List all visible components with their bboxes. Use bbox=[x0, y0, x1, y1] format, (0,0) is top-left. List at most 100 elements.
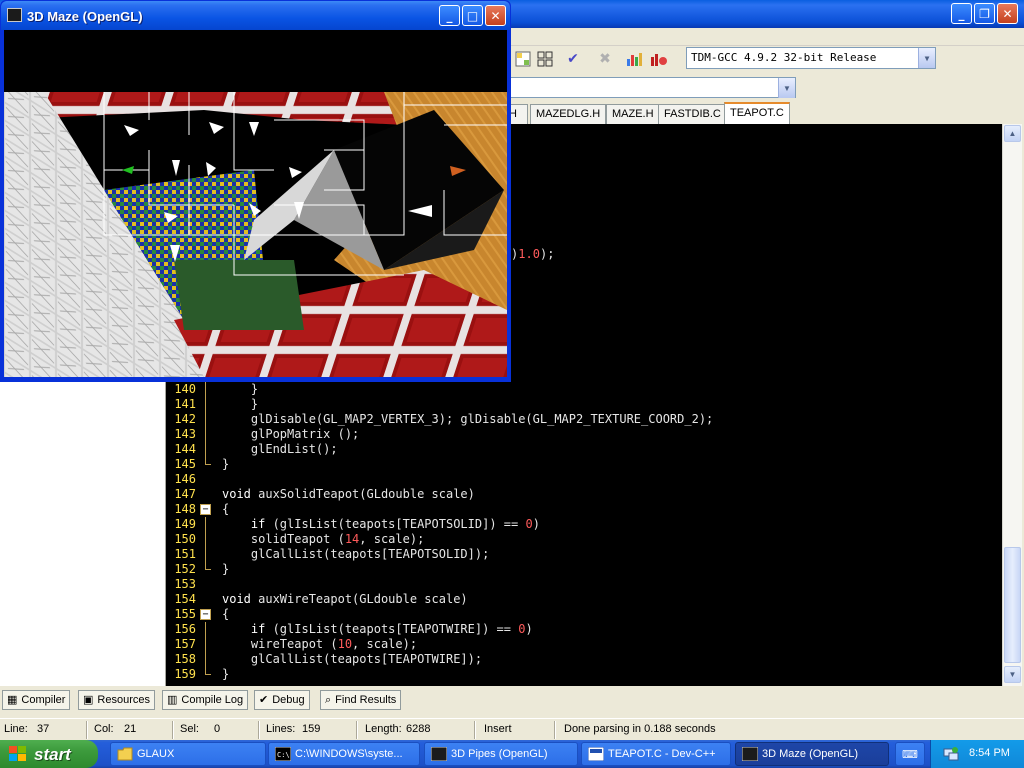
code-text: void auxSolidTeapot(GLdouble scale) bbox=[222, 487, 475, 501]
code-text: { bbox=[222, 607, 230, 621]
tab-maze-h[interactable]: MAZE.H bbox=[606, 104, 660, 124]
function-select[interactable]: ▼ bbox=[510, 77, 796, 98]
line-number: 140 bbox=[174, 382, 196, 396]
code-line[interactable]: 143 glPopMatrix (); bbox=[166, 427, 1002, 442]
code-line[interactable]: 154 void auxWireTeapot(GLdouble scale) bbox=[166, 592, 1002, 607]
maze-viewport[interactable] bbox=[4, 30, 507, 377]
vertical-scrollbar[interactable]: ▲ ▼ bbox=[1002, 124, 1022, 686]
start-label: start bbox=[34, 745, 71, 764]
check-icon[interactable]: ✔ bbox=[562, 48, 584, 70]
fold-collapse-icon[interactable]: − bbox=[200, 607, 212, 622]
code-line[interactable]: 153 bbox=[166, 577, 1002, 592]
grid-small-icon[interactable] bbox=[512, 48, 534, 70]
close-button[interactable]: ✕ bbox=[997, 3, 1018, 24]
status-message: Done parsing in 0.188 seconds bbox=[564, 723, 716, 735]
code-line[interactable]: 146 bbox=[166, 472, 1002, 487]
code-text: void auxWireTeapot(GLdouble scale) bbox=[222, 592, 468, 606]
code-text: glPopMatrix (); bbox=[222, 427, 360, 441]
code-line[interactable]: 144 glEndList(); bbox=[166, 442, 1002, 457]
chevron-down-icon[interactable]: ▼ bbox=[918, 48, 935, 68]
project-panel[interactable] bbox=[0, 382, 166, 686]
code-line[interactable]: 142 glDisable(GL_MAP2_VERTEX_3); glDisab… bbox=[166, 412, 1002, 427]
line-number: 151 bbox=[174, 547, 196, 561]
line-number: 144 bbox=[174, 442, 196, 456]
tab-debug-label: Debug bbox=[272, 694, 305, 706]
line-number: 146 bbox=[174, 472, 196, 486]
line-number: 143 bbox=[174, 427, 196, 441]
tab-find-results[interactable]: ⌕ Find Results bbox=[320, 690, 402, 710]
chart-icon[interactable] bbox=[624, 48, 646, 70]
tab-resources[interactable]: ▣ Resources bbox=[78, 690, 155, 710]
scroll-thumb[interactable] bbox=[1004, 547, 1021, 663]
taskbar: start GLAUX C:\ C:\WINDOWS\syste... 3D P… bbox=[0, 740, 1024, 768]
code-line[interactable]: 140 } bbox=[166, 382, 1002, 397]
taskbar-button-cmd[interactable]: C:\ C:\WINDOWS\syste... bbox=[268, 742, 420, 766]
start-button[interactable]: start bbox=[0, 740, 98, 768]
scroll-up-icon[interactable]: ▲ bbox=[1004, 125, 1021, 142]
code-text: solidTeapot (14, scale); bbox=[222, 532, 425, 546]
line-number: 148 bbox=[174, 502, 196, 516]
line-number: 152 bbox=[174, 562, 196, 576]
tab-mazedlg-h[interactable]: MAZEDLG.H bbox=[530, 104, 607, 124]
maze-scene bbox=[4, 30, 507, 377]
main-toolbar: ✔ ✖ TDM-GCC 4.9.2 32-bit Release ▼ bbox=[510, 46, 1024, 74]
tab-compiler[interactable]: ▦ Compiler bbox=[2, 690, 71, 710]
code-line[interactable]: 145} bbox=[166, 457, 1002, 472]
keyboard-icon[interactable]: ⌨ bbox=[895, 742, 925, 766]
maze-window: 3D Maze (OpenGL) _ □ ✕ bbox=[0, 0, 511, 382]
fold-line-icon bbox=[200, 547, 212, 562]
minimize-button[interactable]: _ bbox=[439, 5, 460, 26]
taskbar-button-3d-pipes[interactable]: 3D Pipes (OpenGL) bbox=[424, 742, 578, 766]
code-line[interactable]: 149 if (glIsList(teapots[TEAPOTSOLID]) =… bbox=[166, 517, 1002, 532]
code-line[interactable]: 159} bbox=[166, 667, 1002, 682]
code-line[interactable]: 148−{ bbox=[166, 502, 1002, 517]
status-lines-label: Lines: bbox=[266, 723, 296, 735]
line-number: 154 bbox=[174, 592, 196, 606]
code-line[interactable]: 152} bbox=[166, 562, 1002, 577]
code-text: glEndList(); bbox=[222, 442, 338, 456]
tab-fastdib-c[interactable]: FASTDIB.C bbox=[658, 104, 727, 124]
fold-collapse-icon[interactable]: − bbox=[200, 502, 212, 517]
delete-icon[interactable]: ✖ bbox=[594, 48, 616, 70]
code-text: } bbox=[222, 457, 230, 471]
maze-titlebar[interactable]: 3D Maze (OpenGL) _ □ ✕ bbox=[1, 1, 510, 30]
code-line[interactable]: 157 wireTeapot (10, scale); bbox=[166, 637, 1002, 652]
status-sel-label: Sel: bbox=[180, 723, 199, 735]
close-button[interactable]: ✕ bbox=[485, 5, 506, 26]
network-icon[interactable] bbox=[943, 746, 959, 762]
code-text: if (glIsList(teapots[TEAPOTSOLID]) == 0) bbox=[250, 517, 540, 531]
code-line[interactable]: 156 if (glIsList(teapots[TEAPOTWIRE]) ==… bbox=[166, 622, 1002, 637]
code-line[interactable]: 141 } bbox=[166, 397, 1002, 412]
fold-line-icon bbox=[200, 397, 212, 412]
fold-line-icon bbox=[200, 637, 212, 652]
code-line[interactable]: 147 void auxSolidTeapot(GLdouble scale) bbox=[166, 487, 1002, 502]
maximize-button[interactable]: □ bbox=[462, 5, 483, 26]
tab-debug[interactable]: ✔ Debug bbox=[254, 690, 310, 710]
taskbar-button-devcpp[interactable]: TEAPOT.C - Dev-C++ bbox=[581, 742, 731, 766]
taskbar-button-label: GLAUX bbox=[137, 748, 175, 760]
fold-gutter bbox=[200, 592, 212, 607]
restore-button[interactable]: ❐ bbox=[974, 3, 995, 24]
minimize-button[interactable]: _ bbox=[951, 3, 972, 24]
chevron-down-icon[interactable]: ▼ bbox=[778, 78, 795, 98]
tab-resources-label: Resources bbox=[97, 694, 150, 706]
fold-gutter bbox=[200, 472, 212, 487]
scroll-down-icon[interactable]: ▼ bbox=[1004, 666, 1021, 683]
grid-icon[interactable] bbox=[534, 48, 556, 70]
tab-teapot-c[interactable]: TEAPOT.C bbox=[724, 102, 790, 124]
profile-icon[interactable] bbox=[648, 48, 670, 70]
code-line[interactable]: 158 glCallList(teapots[TEAPOTWIRE]); bbox=[166, 652, 1002, 667]
taskbar-button-3d-maze[interactable]: 3D Maze (OpenGL) bbox=[735, 742, 889, 766]
clock[interactable]: 8:54 PM bbox=[969, 747, 1010, 759]
fold-line-icon bbox=[200, 532, 212, 547]
tab-compile-log[interactable]: ▥ Compile Log bbox=[162, 690, 249, 710]
status-separator bbox=[258, 721, 260, 739]
resources-icon: ▣ bbox=[83, 693, 94, 706]
status-line-value: 37 bbox=[37, 723, 50, 735]
taskbar-button-glaux[interactable]: GLAUX bbox=[110, 742, 266, 766]
code-line[interactable]: 155−{ bbox=[166, 607, 1002, 622]
code-line[interactable]: 150 solidTeapot (14, scale); bbox=[166, 532, 1002, 547]
compiler-select[interactable]: TDM-GCC 4.9.2 32-bit Release ▼ bbox=[686, 47, 936, 69]
code-line[interactable]: 151 glCallList(teapots[TEAPOTSOLID]); bbox=[166, 547, 1002, 562]
status-mode: Insert bbox=[484, 723, 512, 735]
